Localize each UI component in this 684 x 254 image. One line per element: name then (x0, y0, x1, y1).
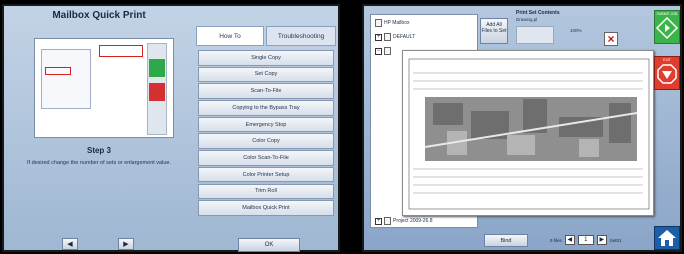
tree-row[interactable]: + Project 2009-26.8 (375, 217, 432, 225)
topic-item[interactable]: Set Copy (198, 66, 334, 83)
tab-troubleshooting[interactable]: Troubleshooting (266, 26, 336, 46)
prev-page-icon[interactable]: ◀ (564, 235, 575, 245)
topic-item[interactable]: Scan-To-File (198, 83, 334, 99)
next-page-icon[interactable]: ▶ (596, 235, 607, 245)
thumb-go-icon (149, 59, 165, 77)
print-app-panel: HP Mailbox + DEFAULT − + Project 2009-26… (362, 4, 682, 252)
home-button[interactable] (654, 226, 680, 250)
go-icon (655, 16, 679, 40)
step-label: Step 3 (86, 146, 111, 155)
left-triangle-icon: ◀ (67, 241, 73, 248)
tree-label: HP Mailbox (384, 20, 410, 26)
exit-button[interactable]: EXIT (654, 56, 680, 90)
tree-row[interactable]: − (375, 47, 391, 55)
thumb-highlight-tree (45, 67, 71, 75)
print-set-subtitle: Drawing.pl (516, 17, 538, 22)
bind-button[interactable]: Bind (484, 234, 528, 247)
right-triangle-icon: ▶ (123, 241, 129, 248)
help-title: Mailbox Quick Print (52, 10, 146, 21)
topic-item[interactable]: Emergency Stop (198, 116, 334, 133)
set-name: Set01 (609, 237, 622, 243)
page-number[interactable]: 1 (577, 235, 594, 245)
expand-toggle[interactable]: + (375, 217, 382, 225)
thumb-tree (41, 49, 91, 109)
help-panel: Mailbox Quick Print Step 3 If desired ch… (2, 4, 340, 252)
file-count: 9 files (550, 237, 562, 243)
document-icon (384, 47, 391, 55)
set-pager: 9 files ◀ 1 ▶ Set01 (550, 235, 622, 245)
tree-row[interactable]: HP Mailbox (375, 19, 409, 27)
topic-item[interactable]: Color Printer Setup (198, 166, 334, 183)
print-set-title: Print Set Contents (516, 10, 560, 16)
tree-label: Project 2009-26.8 (393, 218, 433, 224)
next-step-button[interactable]: ▶ (118, 238, 134, 250)
tab-how-to[interactable]: How To (196, 26, 264, 46)
tree-label: DEFAULT (393, 34, 416, 40)
drawing-image (408, 58, 650, 210)
document-icon (384, 33, 391, 41)
home-icon (658, 230, 676, 246)
step-description: If desired change the number of sets or … (26, 160, 171, 166)
topic-item[interactable]: Color Copy (198, 133, 334, 149)
thumb-stop-icon (149, 83, 165, 101)
expand-toggle[interactable]: − (375, 47, 382, 55)
drawing-preview (402, 50, 654, 216)
topic-list: Single Copy Set Copy Scan-To-File Copyin… (198, 50, 334, 217)
expand-toggle[interactable]: + (375, 33, 382, 41)
topic-item[interactable]: Mailbox Quick Print (198, 200, 334, 216)
stop-icon (657, 64, 677, 84)
tree-row[interactable]: + DEFAULT (375, 33, 415, 41)
topic-item[interactable]: Trim Roll (198, 183, 334, 199)
document-icon (384, 217, 391, 225)
topic-item[interactable]: Copying to the Bypass Tray (198, 100, 334, 116)
document-icon (375, 19, 382, 27)
add-all-files-button[interactable]: Add All Files to Set (480, 18, 508, 44)
delete-icon[interactable]: × (604, 32, 618, 46)
submit-job-button[interactable]: SUBMIT JOB (654, 10, 680, 44)
topic-item[interactable]: Single Copy (198, 50, 334, 66)
ok-button[interactable]: OK (238, 238, 300, 252)
step-screenshot (34, 38, 174, 138)
thumb-highlight-sets (99, 45, 143, 57)
zoom-value[interactable]: 100% (570, 28, 582, 33)
prev-step-button[interactable]: ◀ (62, 238, 78, 250)
set-thumbnail[interactable] (516, 26, 554, 44)
topic-item[interactable]: Color Scan-To-File (198, 150, 334, 166)
